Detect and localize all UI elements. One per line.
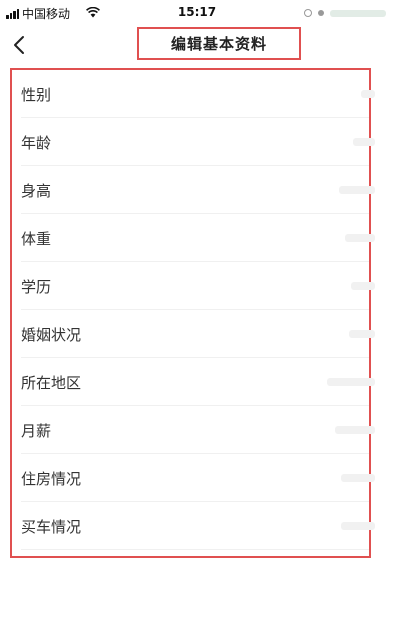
alarm-icon bbox=[304, 9, 312, 17]
row-value bbox=[335, 426, 375, 434]
row-label: 年龄 bbox=[21, 133, 52, 152]
row-label: 性别 bbox=[21, 85, 52, 104]
row-value bbox=[349, 330, 375, 338]
row-value bbox=[345, 234, 375, 242]
row-label: 住房情况 bbox=[21, 469, 82, 488]
list-item-height[interactable]: 身高 bbox=[12, 166, 375, 214]
list-item-housing[interactable]: 住房情况 bbox=[12, 454, 375, 502]
row-value bbox=[339, 186, 375, 194]
page-title: 编辑基本资料 bbox=[170, 35, 267, 53]
list-item-education[interactable]: 学历 bbox=[12, 262, 375, 310]
row-value bbox=[351, 282, 375, 290]
chevron-left-icon[interactable] bbox=[10, 34, 32, 56]
row-value bbox=[353, 138, 375, 146]
status-indicators bbox=[304, 8, 388, 18]
row-label: 身高 bbox=[21, 181, 52, 200]
list-item-age[interactable]: 年龄 bbox=[12, 118, 375, 166]
battery-icon bbox=[330, 10, 386, 17]
row-value bbox=[361, 90, 375, 98]
list-item-gender[interactable]: 性别 bbox=[12, 70, 375, 118]
form-list: 性别 年龄 身高 体重 学历 婚姻状况 所在地区 月薪 住房情况 买车情况 bbox=[12, 70, 375, 550]
status-bar: 中国移动 15:17 bbox=[0, 0, 394, 26]
page: 中国移动 15:17 编辑基本资料 性别 年龄 身高 体重 学历 婚姻状况 所在… bbox=[0, 0, 394, 620]
row-label: 婚姻状况 bbox=[21, 325, 82, 344]
row-value bbox=[341, 522, 375, 530]
title-highlight-box: 编辑基本资料 bbox=[137, 27, 301, 60]
form-list-highlight-box: 性别 年龄 身高 体重 学历 婚姻状况 所在地区 月薪 住房情况 买车情况 bbox=[10, 68, 375, 558]
row-label: 所在地区 bbox=[21, 373, 82, 392]
row-label: 买车情况 bbox=[21, 517, 82, 536]
row-label: 体重 bbox=[21, 229, 52, 248]
row-value bbox=[341, 474, 375, 482]
list-item-marital-status[interactable]: 婚姻状况 bbox=[12, 310, 375, 358]
nav-bar: 编辑基本资料 bbox=[0, 26, 394, 64]
list-item-weight[interactable]: 体重 bbox=[12, 214, 375, 262]
location-icon bbox=[318, 10, 324, 16]
row-label: 月薪 bbox=[21, 421, 52, 440]
row-label: 学历 bbox=[21, 277, 52, 296]
list-item-monthly-salary[interactable]: 月薪 bbox=[12, 406, 375, 454]
list-item-region[interactable]: 所在地区 bbox=[12, 358, 375, 406]
row-value bbox=[327, 378, 375, 386]
list-item-car[interactable]: 买车情况 bbox=[12, 502, 375, 550]
